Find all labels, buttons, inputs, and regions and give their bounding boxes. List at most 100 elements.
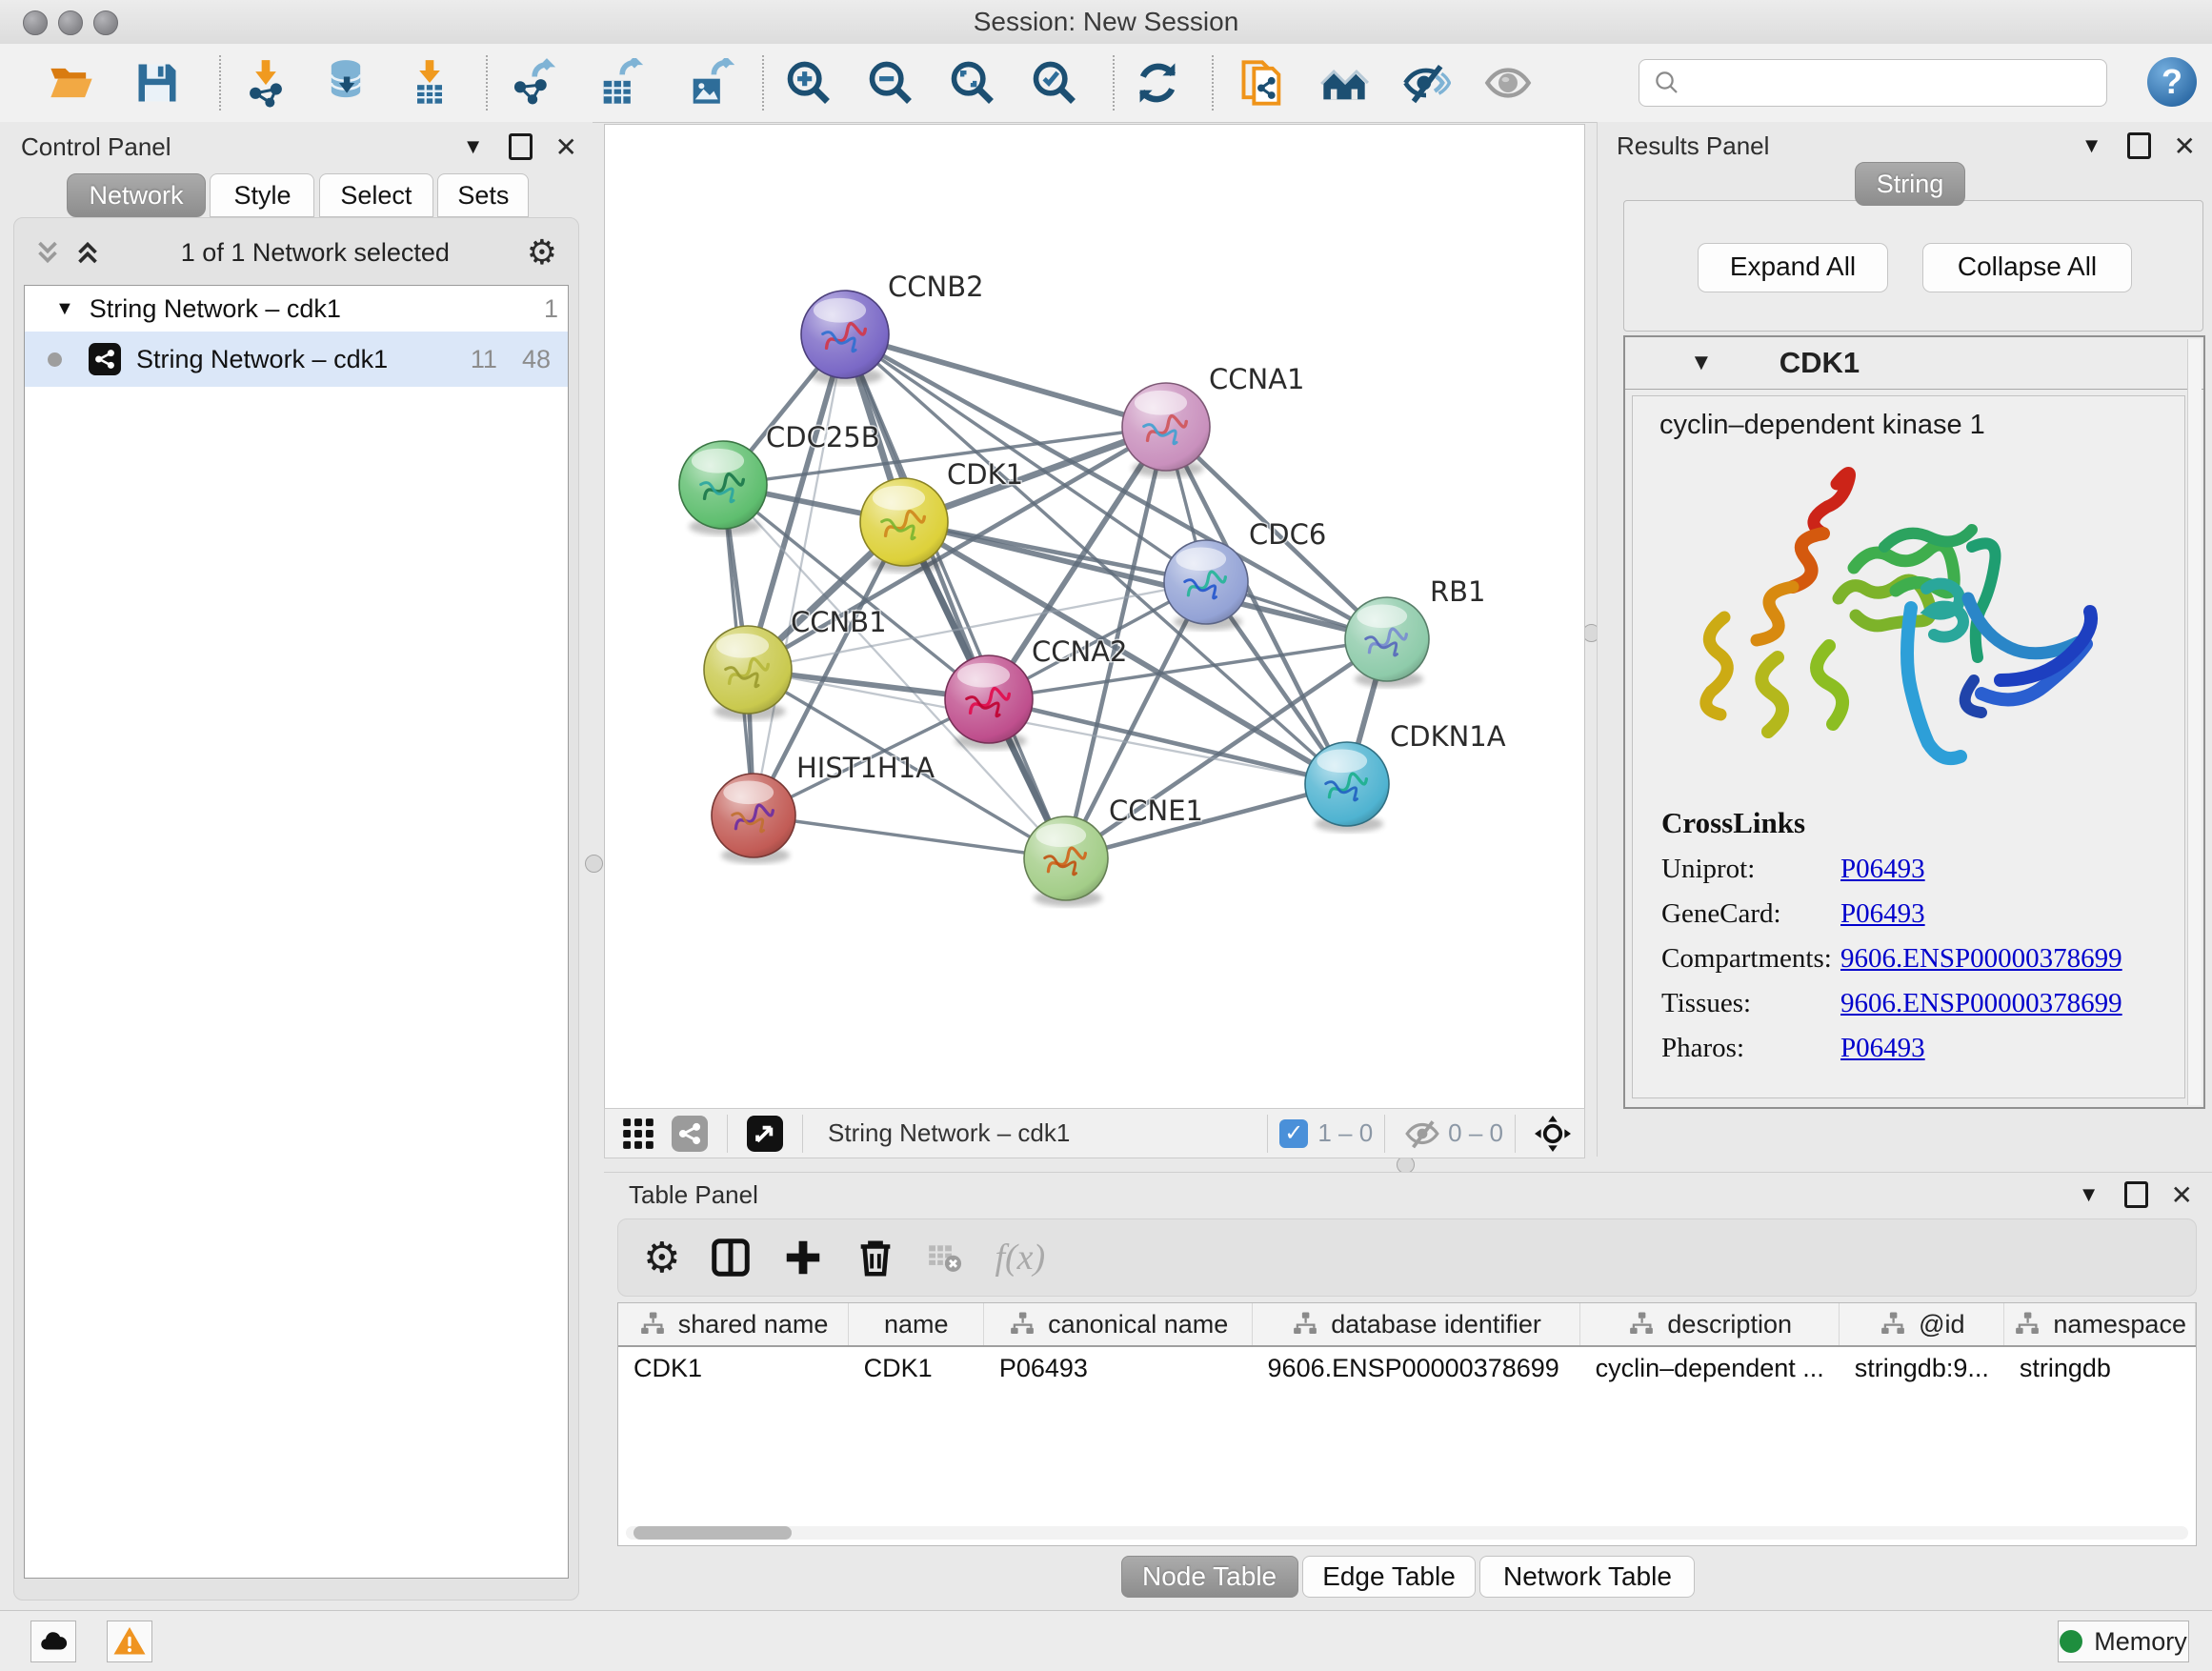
table-cell[interactable]: CDK1 bbox=[618, 1346, 849, 1389]
network-node-CCNA2[interactable] bbox=[945, 655, 1033, 750]
network-list-options-gear-icon[interactable]: ⚙ bbox=[527, 233, 557, 272]
crosslink-value-link[interactable]: 9606.ENSP00000378699 bbox=[1840, 943, 2122, 975]
column-header-name[interactable]: name bbox=[849, 1303, 984, 1346]
crosslink-value-link[interactable]: 9606.ENSP00000378699 bbox=[1840, 988, 2122, 1019]
column-source-icon bbox=[1008, 1310, 1036, 1339]
column-header-description[interactable]: description bbox=[1580, 1303, 1840, 1346]
tab-edge-table[interactable]: Edge Table bbox=[1302, 1556, 1476, 1598]
import-network-from-database-button[interactable] bbox=[320, 57, 372, 109]
cloud-status-button[interactable] bbox=[30, 1621, 76, 1662]
selected-checkbox-icon[interactable]: ✓ bbox=[1279, 1119, 1308, 1148]
zoom-in-button[interactable] bbox=[783, 57, 835, 109]
network-node-CDC25B[interactable] bbox=[679, 441, 767, 535]
collapse-all-icon[interactable] bbox=[31, 236, 64, 269]
crosslink-value-link[interactable]: P06493 bbox=[1840, 898, 1925, 930]
import-table-from-file-button[interactable] bbox=[404, 57, 455, 109]
results-panel-close-icon[interactable]: ✕ bbox=[2174, 131, 2196, 162]
table-cell[interactable]: stringdb:9... bbox=[1840, 1346, 2004, 1389]
grid-mode-icon[interactable] bbox=[620, 1116, 656, 1152]
network-node-CCNB1[interactable] bbox=[704, 626, 792, 720]
help-button[interactable]: ? bbox=[2147, 57, 2197, 107]
gene-header[interactable]: ▼ CDK1 bbox=[1625, 337, 2203, 390]
network-badge-icon[interactable] bbox=[672, 1116, 708, 1152]
control-panel-close-icon[interactable]: ✕ bbox=[555, 131, 577, 163]
tab-sets[interactable]: Sets bbox=[437, 173, 529, 217]
table-options-gear-icon[interactable]: ⚙ bbox=[643, 1234, 680, 1282]
network-edge[interactable] bbox=[754, 334, 845, 815]
expand-all-button[interactable]: Expand All bbox=[1698, 243, 1888, 292]
expand-all-icon[interactable] bbox=[71, 236, 104, 269]
open-session-button[interactable] bbox=[46, 57, 97, 109]
tab-network-table[interactable]: Network Table bbox=[1479, 1556, 1695, 1598]
import-network-from-file-button[interactable] bbox=[240, 57, 292, 109]
network-edge[interactable] bbox=[754, 815, 1066, 858]
results-panel-float-icon[interactable] bbox=[2127, 132, 2151, 159]
table-panel-float-icon[interactable] bbox=[2124, 1181, 2148, 1208]
table-horizontal-scrollbar[interactable] bbox=[626, 1526, 2188, 1540]
left-splitter-handle[interactable] bbox=[585, 855, 603, 873]
tab-select[interactable]: Select bbox=[319, 173, 433, 217]
hidden-eye-icon[interactable] bbox=[1404, 1116, 1440, 1152]
control-panel-collapse-icon[interactable]: ▼ bbox=[463, 134, 484, 159]
tab-style[interactable]: Style bbox=[210, 173, 314, 217]
table-cell[interactable]: cyclin–dependent ... bbox=[1580, 1346, 1840, 1389]
column-header-shared-name[interactable]: shared name bbox=[618, 1303, 849, 1346]
show-graphics-details-button[interactable] bbox=[1482, 57, 1534, 109]
birds-eye-crosshair-icon[interactable] bbox=[1535, 1116, 1571, 1152]
export-network-button[interactable] bbox=[507, 57, 558, 109]
network-node-CDC6[interactable] bbox=[1164, 540, 1248, 631]
hide-graphics-details-button[interactable] bbox=[1400, 57, 1452, 109]
search-input[interactable] bbox=[1691, 63, 2106, 103]
zoom-fit-button[interactable] bbox=[947, 57, 998, 109]
memory-button[interactable]: Memory bbox=[2058, 1621, 2189, 1662]
table-cell[interactable]: 9606.ENSP00000378699 bbox=[1253, 1346, 1580, 1389]
export-table-button[interactable] bbox=[594, 57, 646, 109]
zoom-selected-button[interactable] bbox=[1029, 57, 1080, 109]
table-panel-close-icon[interactable]: ✕ bbox=[2171, 1179, 2193, 1211]
network-canvas[interactable]: CCNB2CCNA1CDC25BCDK1CDC6RB1CCNB1CCNA2HIS… bbox=[604, 124, 1585, 1109]
crosslink-value-link[interactable]: P06493 bbox=[1840, 854, 1925, 885]
network-collection-row[interactable]: ▼ String Network – cdk1 1 bbox=[25, 286, 568, 332]
collapse-all-button[interactable]: Collapse All bbox=[1922, 243, 2132, 292]
table-panel-collapse-icon[interactable]: ▼ bbox=[2079, 1182, 2100, 1207]
control-panel-float-icon[interactable] bbox=[509, 133, 533, 160]
refresh-button[interactable] bbox=[1132, 57, 1183, 109]
export-image-button[interactable] bbox=[684, 57, 735, 109]
network-node-HIST1H1A[interactable] bbox=[712, 774, 795, 864]
detach-view-icon[interactable] bbox=[747, 1116, 783, 1152]
column-header--id[interactable]: @id bbox=[1840, 1303, 2004, 1346]
network-node-RB1[interactable] bbox=[1345, 597, 1429, 688]
tab-node-table[interactable]: Node Table bbox=[1121, 1556, 1298, 1598]
show-columns-icon[interactable] bbox=[709, 1236, 753, 1279]
network-edge[interactable] bbox=[989, 699, 1347, 784]
crosslink-value-link[interactable]: P06493 bbox=[1840, 1033, 1925, 1064]
network-node-CCNA1[interactable] bbox=[1122, 383, 1210, 477]
column-header-canonical-name[interactable]: canonical name bbox=[984, 1303, 1253, 1346]
column-header-database-identifier[interactable]: database identifier bbox=[1253, 1303, 1580, 1346]
column-header-namespace[interactable]: namespace bbox=[2004, 1303, 2196, 1346]
results-panel-collapse-icon[interactable]: ▼ bbox=[2081, 133, 2102, 158]
tab-network[interactable]: Network bbox=[67, 173, 206, 217]
table-cell[interactable]: stringdb bbox=[2004, 1346, 2196, 1389]
titlebar: Session: New Session bbox=[0, 0, 2212, 45]
results-scrollbar[interactable] bbox=[2187, 339, 2202, 1105]
network-node-CDKN1A[interactable] bbox=[1305, 742, 1389, 833]
table-cell[interactable]: CDK1 bbox=[849, 1346, 984, 1389]
network-node-CCNE1[interactable] bbox=[1024, 816, 1108, 907]
gene-collapse-icon[interactable]: ▼ bbox=[1690, 350, 1713, 376]
delete-column-trash-icon[interactable] bbox=[854, 1236, 897, 1279]
string-home-button[interactable] bbox=[1318, 57, 1370, 109]
save-session-button[interactable] bbox=[131, 57, 183, 109]
string-documents-button[interactable] bbox=[1237, 57, 1288, 109]
create-column-plus-icon[interactable] bbox=[781, 1236, 825, 1279]
search-field[interactable] bbox=[1639, 59, 2107, 107]
table-row[interactable]: CDK1CDK1P064939606.ENSP00000378699cyclin… bbox=[618, 1346, 2196, 1389]
warning-status-button[interactable] bbox=[107, 1621, 152, 1662]
table-cell[interactable]: P06493 bbox=[984, 1346, 1253, 1389]
tab-string-results[interactable]: String bbox=[1855, 162, 1965, 206]
network-edge[interactable] bbox=[845, 334, 1166, 427]
network-row-selected[interactable]: String Network – cdk1 11 48 bbox=[25, 332, 568, 387]
crosslinks-title: CrossLinks bbox=[1661, 806, 2122, 840]
tree-expander-icon[interactable]: ▼ bbox=[55, 298, 74, 320]
zoom-out-button[interactable] bbox=[865, 57, 916, 109]
